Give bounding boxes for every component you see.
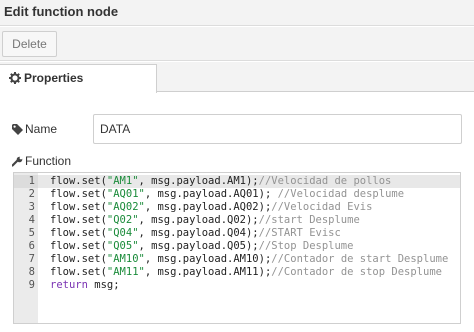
code-line: 4 flow.set("Q02", msg.payload.Q02);//star… xyxy=(14,214,460,227)
tag-icon xyxy=(12,124,23,135)
delete-button[interactable]: Delete xyxy=(2,31,57,57)
code-text: flow.set("AM11", msg.payload.AM11);//Con… xyxy=(50,266,442,279)
line-number: 9 xyxy=(28,279,35,291)
function-row: Function xyxy=(0,154,474,170)
tab-strip: Properties xyxy=(0,62,474,93)
code-token: , msg.payload.Q05); xyxy=(138,240,259,252)
code-token: , msg.payload.Q02); xyxy=(138,214,259,226)
code-comment: //Velocidad de pollos xyxy=(258,175,392,187)
code-keyword: return xyxy=(50,279,88,291)
code-text: flow.set("AM1", msg.payload.AM1);//Veloc… xyxy=(50,175,391,188)
code-line: 6 flow.set("Q05", msg.payload.Q05);//Stop… xyxy=(14,240,460,253)
code-token: flow.set( xyxy=(50,253,107,265)
code-string: "AQ01" xyxy=(106,188,145,200)
code-token: flow.set( xyxy=(50,201,107,213)
line-number: 6 xyxy=(28,240,35,252)
code-line: 1 flow.set("AM1", msg.payload.AM1);//Velo… xyxy=(14,175,460,188)
code-text: flow.set("Q05", msg.payload.Q05);//Stop … xyxy=(50,240,353,253)
name-input[interactable]: DATA xyxy=(93,114,462,144)
function-label: Function xyxy=(25,154,72,168)
line-number: 8 xyxy=(28,266,35,278)
code-comment: //start Desplume xyxy=(258,214,360,226)
code-token: flow.set( xyxy=(50,188,107,200)
dialog-title-bar: Edit function node xyxy=(0,0,474,26)
code-text: flow.set("Q04", msg.payload.Q04);//START… xyxy=(50,227,341,240)
name-label: Name xyxy=(25,122,58,136)
code-comment: //START Evisc xyxy=(258,227,341,239)
code-lines: 1 flow.set("AM1", msg.payload.AM1);//Velo… xyxy=(14,175,460,292)
code-comment: //Contador de stop Desplume xyxy=(271,266,442,278)
code-string: "AM1" xyxy=(106,175,139,187)
code-text: flow.set("Q02", msg.payload.Q02);//start… xyxy=(50,214,360,227)
code-string: "AM11" xyxy=(106,266,145,278)
wrench-icon xyxy=(12,156,23,167)
code-string: "AQ02" xyxy=(106,201,145,213)
code-token: flow.set( xyxy=(50,240,107,252)
code-token: msg; xyxy=(87,279,120,291)
code-line: 3 flow.set("AQ02", msg.payload.AQ02);//Ve… xyxy=(14,201,460,214)
code-editor[interactable]: 1 flow.set("AM1", msg.payload.AM1);//Velo… xyxy=(13,172,461,324)
code-token: , msg.payload.AQ01); xyxy=(144,188,278,200)
code-token: , msg.payload.AM1); xyxy=(138,175,259,187)
tab-properties[interactable]: Properties xyxy=(0,64,157,93)
code-text: flow.set("AQ02", msg.payload.AQ02);//Vel… xyxy=(50,201,372,214)
code-line: 9 return msg; xyxy=(14,279,460,292)
code-token: flow.set( xyxy=(50,266,107,278)
code-string: "Q02" xyxy=(106,214,139,226)
code-comment: //Velocidad desplume xyxy=(277,188,405,200)
code-line: 7 flow.set("AM10", msg.payload.AM10);//Co… xyxy=(14,253,460,266)
code-token: flow.set( xyxy=(50,175,107,187)
code-comment: //Stop Desplume xyxy=(258,240,354,252)
code-comment: //Contador de start Desplume xyxy=(271,253,449,265)
line-number: 5 xyxy=(28,227,35,239)
code-token: , msg.payload.AM10); xyxy=(144,253,272,265)
line-number: 1 xyxy=(28,175,35,187)
dialog-title: Edit function node xyxy=(4,4,119,19)
line-number: 3 xyxy=(28,201,35,213)
line-number: 2 xyxy=(28,188,35,200)
code-line: 8 flow.set("AM11", msg.payload.AM11);//Co… xyxy=(14,266,460,279)
code-string: "Q05" xyxy=(106,240,139,252)
code-token: flow.set( xyxy=(50,214,107,226)
code-text: flow.set("AM10", msg.payload.AM10);//Con… xyxy=(50,253,448,266)
code-token: , msg.payload.AQ02); xyxy=(144,201,272,213)
code-line: 5 flow.set("Q04", msg.payload.Q04);//STAR… xyxy=(14,227,460,240)
code-line: 2 flow.set("AQ01", msg.payload.AQ01); //V… xyxy=(14,188,460,201)
code-string: "Q04" xyxy=(106,227,139,239)
dialog-button-bar: Delete xyxy=(0,27,474,61)
tab-properties-label: Properties xyxy=(24,71,84,85)
code-text: return msg; xyxy=(50,279,120,292)
code-string: "AM10" xyxy=(106,253,145,265)
code-comment: //Velocidad Evis xyxy=(271,201,373,213)
gear-icon xyxy=(9,72,21,84)
name-row: Name DATA xyxy=(0,114,474,146)
code-text: flow.set("AQ01", msg.payload.AQ01); //Ve… xyxy=(50,188,404,201)
line-number: 7 xyxy=(28,253,35,265)
code-token: , msg.payload.Q04); xyxy=(138,227,259,239)
line-number: 4 xyxy=(28,214,35,226)
code-token: , msg.payload.AM11); xyxy=(144,266,272,278)
code-token: flow.set( xyxy=(50,227,107,239)
